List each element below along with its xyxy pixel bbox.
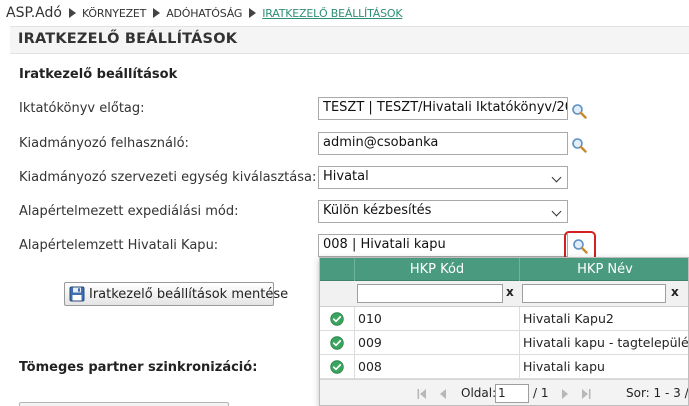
table-row[interactable]: 009 Hivatali kapu - tagtelepülés [320,331,689,355]
table-row[interactable]: 010 Hivatali Kapu2 [320,307,688,331]
row-hkp-nev: Hivatali kapu - tagtelepülés [523,335,689,350]
app-title[interactable]: ASP.Adó [6,5,62,21]
pager-rows-info: Sor: 1 - 3 / 3 [626,386,689,400]
grid-pager: Oldal: 1 / 1 Sor: 1 - 3 / 3 [320,379,689,405]
breadcrumb-item-kornyezet[interactable]: KÖRNYEZET [82,7,146,20]
magnifier-icon[interactable] [571,103,587,119]
grid-filter-row: x x [320,281,688,307]
expedialasi-mod-label: Alapértelmezett expediálási mód: [19,204,239,219]
save-settings-button[interactable]: Iratkezelő beállítások mentése [64,282,288,306]
grid-header: HKP Kód HKP Név [320,258,688,281]
kiadmanyozo-field[interactable]: admin@csobanka [318,132,568,155]
grid-header-select-col [320,258,355,281]
row-hkp-kod: 008 [355,355,520,379]
save-button-label: Iratkezelő beállítások mentése [89,286,289,302]
hivatali-kapu-field[interactable]: 008 | Hivatali kapu [318,234,568,257]
filter-hkp-nev-input[interactable] [522,284,666,303]
expedialasi-mod-value: Külön kézbesítés [323,203,432,218]
expedialasi-mod-select[interactable]: Külön kézbesítés [318,200,568,223]
clear-filter-hkp-nev-button[interactable]: x [671,285,679,299]
row-hkp-nev: Hivatali kapu [523,359,605,374]
kiadmanyozo-label: Kiadmányozó felhasználó: [19,136,189,151]
szervezeti-egyseg-value: Hivatal [323,169,369,184]
last-page-icon[interactable] [581,388,591,400]
page-title: IRATKEZELŐ BEÁLLÍTÁSOK [18,31,238,47]
table-row[interactable]: 008 Hivatali kapu [320,355,688,379]
floppy-disk-icon [69,286,85,302]
clear-filter-hkp-kod-button[interactable]: x [506,285,514,299]
hivatali-kapu-label: Alapértelemzett Hivatali Kapu: [19,238,219,253]
grid-header-hkp-nev[interactable]: HKP Név [520,258,688,281]
breadcrumb-arrow-icon [153,8,161,18]
hkp-lookup-grid: HKP Kód HKP Név x x 010 Hivatali Kapu2 0… [319,257,689,406]
partner-sync-button[interactable] [19,402,229,406]
section-title: Iratkezelő beállítások [19,67,178,82]
breadcrumb: ASP.Adó KÖRNYEZET ADÓHATÓSÁG IRATKEZELŐ … [6,2,403,24]
pager-page-input[interactable]: 1 [495,384,529,403]
magnifier-icon[interactable] [571,137,587,153]
iktatokonyv-label: Iktatókönyv előtag: [19,101,145,116]
section-title-partner-sync: Tömeges partner szinkronizáció: [19,360,258,375]
pager-page-total: / 1 [533,386,549,400]
magnifier-icon[interactable] [572,238,588,254]
next-page-icon[interactable] [560,388,570,400]
row-hkp-kod: 009 [355,331,520,355]
first-page-icon[interactable] [417,388,427,400]
breadcrumb-item-iratkezelo[interactable]: IRATKEZELŐ BEÁLLÍTÁSOK [262,7,402,20]
grid-header-hkp-kod[interactable]: HKP Kód [355,258,520,281]
breadcrumb-item-adohatosag[interactable]: ADÓHATÓSÁG [166,7,242,20]
page-header: IRATKEZELŐ BEÁLLÍTÁSOK [10,26,689,54]
chevron-down-icon [551,206,562,217]
check-circle-icon[interactable] [330,336,344,350]
szervezeti-egyseg-label: Kiadmányozó szervezeti egység kiválasztá… [19,170,317,185]
breadcrumb-arrow-icon [249,8,257,18]
check-circle-icon[interactable] [330,360,344,374]
iktatokonyv-field[interactable]: TESZT | TESZT/Hivatali Iktatókönyv/2019 [318,97,568,120]
check-circle-icon[interactable] [330,312,344,326]
chevron-down-icon [551,172,562,183]
filter-hkp-kod-input[interactable] [357,284,503,303]
prev-page-icon[interactable] [438,388,448,400]
pager-page-label: Oldal: [461,386,497,400]
row-hkp-kod: 010 [355,307,520,331]
row-hkp-nev: Hivatali Kapu2 [523,311,614,326]
breadcrumb-arrow-icon [68,8,76,18]
szervezeti-egyseg-select[interactable]: Hivatal [318,166,568,189]
